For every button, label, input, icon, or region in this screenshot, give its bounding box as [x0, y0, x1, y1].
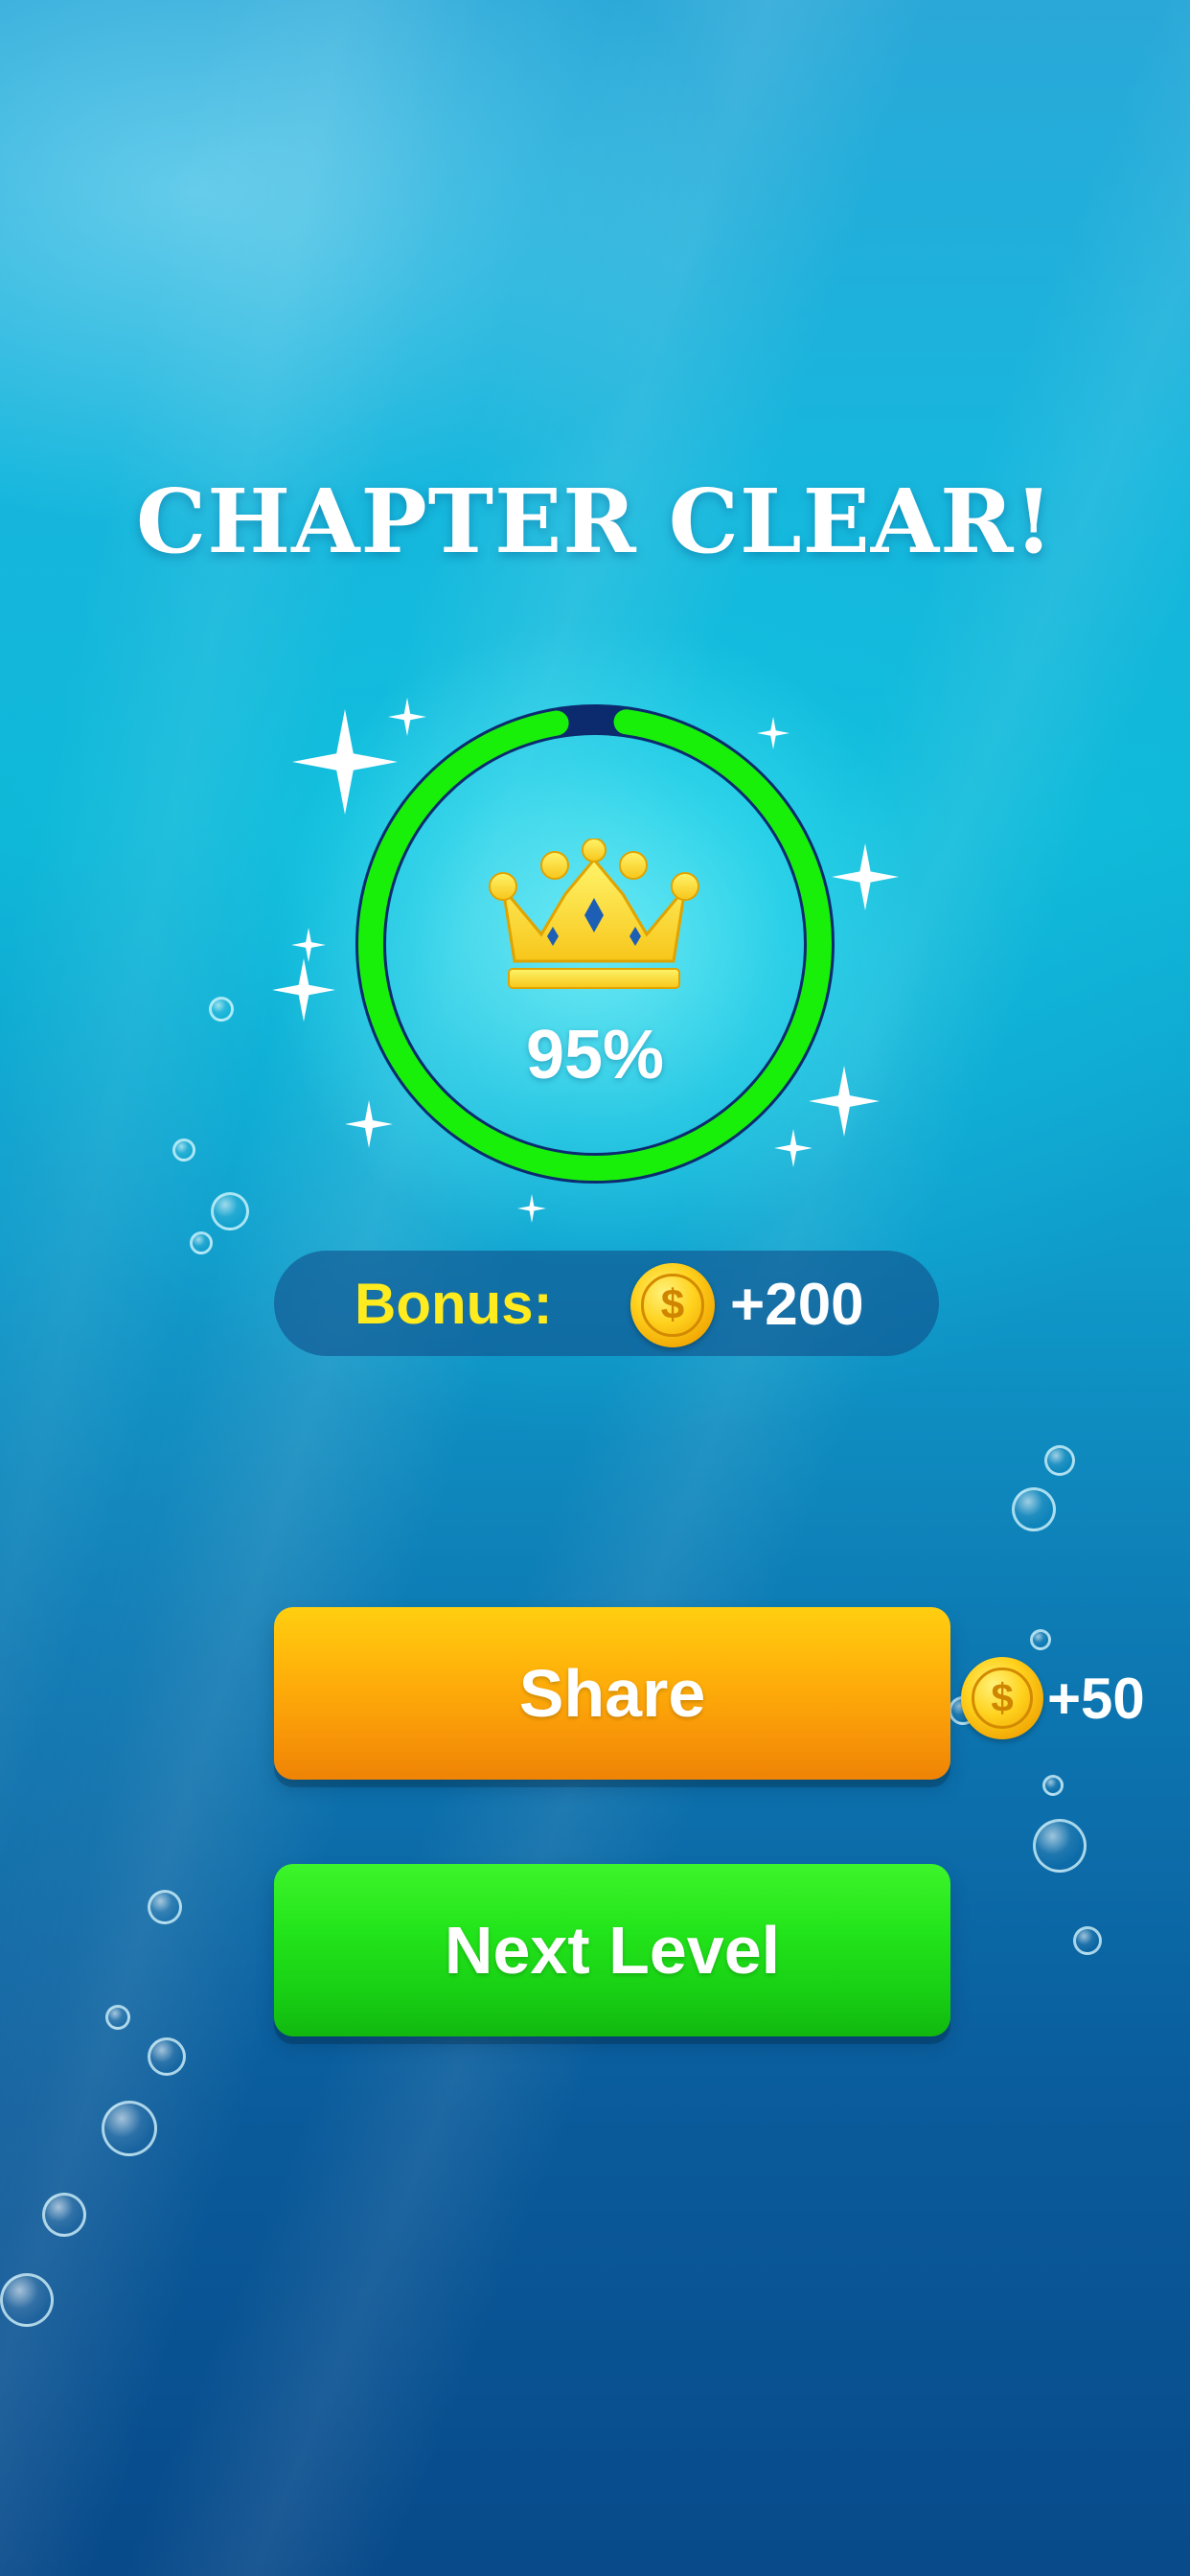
sparkle-icon: [272, 958, 335, 1022]
bubble-decoration: [148, 1890, 182, 1924]
share-button[interactable]: Share: [274, 1607, 950, 1780]
bubble-decoration: [42, 2193, 86, 2237]
bubble-decoration: [1042, 1775, 1064, 1796]
bubble-decoration: [211, 1192, 249, 1230]
bubble-decoration: [0, 2273, 54, 2327]
bubble-decoration: [1073, 1926, 1102, 1955]
bonus-label: Bonus:: [355, 1272, 553, 1336]
bubble-decoration: [148, 2037, 186, 2076]
bubble-decoration: [1033, 1819, 1087, 1873]
bubble-decoration: [209, 997, 234, 1022]
bonus-value: +200: [730, 1272, 864, 1338]
sparkle-icon: [832, 843, 899, 910]
next-level-button-label: Next Level: [444, 1913, 781, 1988]
sparkle-icon: [517, 1194, 546, 1223]
bubble-decoration: [102, 2101, 157, 2156]
bubble-decoration: [105, 2005, 130, 2030]
bubble-decoration: [172, 1138, 195, 1162]
share-reward-value: +50: [1047, 1667, 1145, 1731]
sparkle-icon: [345, 1100, 393, 1148]
sparkle-icon: [292, 709, 398, 815]
sparkle-icon: [388, 698, 426, 736]
sparkle-icon: [809, 1066, 880, 1137]
bubble-decoration: [1012, 1487, 1056, 1531]
sparkle-icon: [757, 717, 790, 749]
bubble-decoration: [190, 1231, 213, 1254]
sparkle-icon: [291, 928, 326, 962]
crown-icon: [474, 838, 714, 992]
next-level-button[interactable]: Next Level: [274, 1864, 950, 2036]
share-button-label: Share: [518, 1656, 706, 1731]
sparkle-icon: [774, 1129, 812, 1167]
coin-icon: $: [961, 1657, 1043, 1739]
completion-percent: 95%: [525, 1017, 665, 1093]
bubble-decoration: [1044, 1445, 1075, 1476]
coin-icon: $: [630, 1263, 715, 1347]
chapter-clear-title: CHAPTER CLEAR!: [135, 470, 1055, 573]
bubble-decoration: [1030, 1629, 1051, 1650]
